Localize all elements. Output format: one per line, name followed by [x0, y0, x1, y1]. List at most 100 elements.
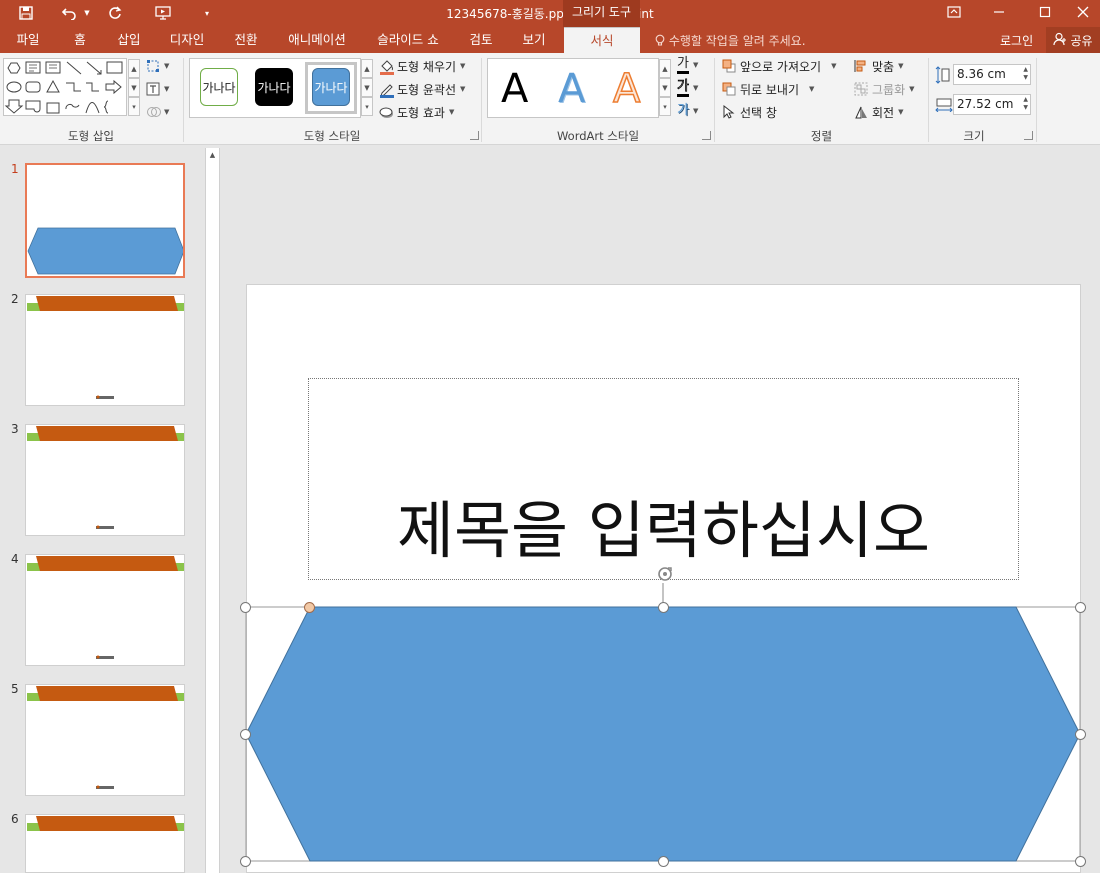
style-swatch-blue[interactable]: 가나다 — [312, 68, 350, 106]
resize-handle[interactable] — [240, 729, 251, 740]
edit-shape-button[interactable]: ▼ — [146, 56, 169, 76]
tab-slideshow[interactable]: 슬라이드 쇼 — [370, 27, 446, 53]
size-group-label: 크기 — [963, 129, 985, 143]
width-spinner-icon[interactable]: ▲ ▼ — [1023, 96, 1028, 112]
resize-handle[interactable] — [658, 856, 669, 867]
tab-home[interactable]: 홈 — [62, 27, 98, 53]
tell-me-box[interactable]: 수행할 작업을 알려 주세요. — [655, 32, 806, 50]
login-link[interactable]: 로그인 — [1000, 32, 1033, 49]
tab-animations[interactable]: 애니메이션 — [280, 27, 354, 53]
wordart-style-black[interactable]: A — [501, 65, 528, 113]
shape-height-input[interactable]: 8.36 cm ▲ ▼ — [953, 64, 1031, 85]
adjust-handle[interactable] — [304, 602, 315, 613]
style-swatch-black[interactable]: 가나다 — [255, 68, 293, 106]
slideshow-from-start-icon[interactable] — [150, 3, 176, 23]
resize-handle[interactable] — [240, 602, 251, 613]
shape-outline-label: 도형 윤곽선 — [397, 82, 457, 97]
tab-transitions[interactable]: 전환 — [224, 27, 268, 53]
chevron-down-icon: ▼ — [164, 85, 170, 93]
resize-handle[interactable] — [1075, 856, 1086, 867]
tab-file[interactable]: 파일 — [6, 27, 50, 53]
resize-handle[interactable] — [240, 856, 251, 867]
bring-forward-label: 앞으로 가져오기 — [740, 59, 822, 74]
minimize-icon[interactable] — [976, 0, 1022, 24]
customize-qat-icon[interactable]: ▾ — [200, 3, 214, 23]
styles-more-icon[interactable]: ▾ — [361, 97, 373, 116]
maximize-icon[interactable] — [1022, 0, 1068, 24]
tab-review[interactable]: 검토 — [460, 27, 502, 53]
text-outline-button[interactable]: 가 ▼ — [677, 78, 698, 98]
shape-width-icon — [935, 98, 953, 113]
shapes-gallery[interactable] — [3, 58, 127, 116]
wordart-style-orange-outline[interactable]: A — [612, 65, 641, 113]
slide-thumbnail-2[interactable] — [25, 294, 185, 406]
styles-scroll-down-icon[interactable]: ▼ — [361, 78, 373, 97]
thumbnail-design — [27, 556, 184, 659]
shape-styles-gallery[interactable]: 가나다 가나다 가나다 — [189, 58, 361, 118]
tab-design[interactable]: 디자인 — [160, 27, 214, 53]
wordart-style-blue[interactable]: A — [558, 65, 585, 113]
shape-styles-launcher-icon[interactable] — [470, 131, 479, 140]
text-box-icon — [146, 82, 160, 96]
slide-thumbnail-6[interactable] — [25, 814, 185, 873]
slide-thumbnail-5[interactable] — [25, 684, 185, 796]
thumbnail-scrollbar[interactable]: ▲ — [205, 148, 220, 873]
align-button[interactable]: 맞춤 ▼ — [854, 56, 903, 76]
slide-thumbnail-3[interactable] — [25, 424, 185, 536]
shape-effects-button[interactable]: 도형 효과 ▼ — [379, 102, 454, 122]
merge-shapes-button[interactable]: ▼ — [146, 102, 169, 122]
selection-pane-icon — [722, 104, 736, 119]
selection-pane-button[interactable]: 선택 창 — [722, 102, 777, 122]
slide-number: 2 — [11, 292, 19, 306]
slide-title-text[interactable]: 제목을 입력하십시오 — [308, 494, 1019, 568]
group-icon — [854, 82, 868, 96]
send-backward-label: 뒤로 보내기 — [740, 82, 800, 97]
tab-insert[interactable]: 삽입 — [108, 27, 150, 53]
ribbon-display-options-icon[interactable] — [931, 0, 977, 24]
wordart-scroll-down-icon[interactable]: ▼ — [659, 78, 671, 97]
shape-fill-button[interactable]: 도형 채우기 ▼ — [379, 56, 465, 76]
size-launcher-icon[interactable] — [1024, 131, 1033, 140]
scroll-up-icon[interactable]: ▲ — [206, 148, 219, 162]
align-icon — [854, 59, 868, 73]
send-backward-button[interactable]: 뒤로 보내기 ▼ — [722, 79, 814, 99]
undo-icon[interactable] — [58, 3, 80, 23]
slide-number: 6 — [11, 812, 19, 826]
resize-handle[interactable] — [1075, 729, 1086, 740]
group-button[interactable]: 그룹화 ▼ — [854, 79, 915, 99]
redo-icon[interactable] — [104, 3, 126, 23]
shapes-scroll-up-icon[interactable]: ▲ — [128, 59, 140, 78]
text-box-button[interactable]: ▼ — [146, 79, 169, 99]
text-fill-button[interactable]: 가 ▼ — [677, 55, 698, 75]
insert-shapes-group-label: 도형 삽입 — [68, 129, 114, 143]
height-spinner-icon[interactable]: ▲ ▼ — [1023, 66, 1028, 82]
shapes-scroll-down-icon[interactable]: ▼ — [128, 78, 140, 97]
close-icon[interactable] — [1066, 0, 1100, 24]
resize-handle[interactable] — [1075, 602, 1086, 613]
styles-scroll-up-icon[interactable]: ▲ — [361, 59, 373, 78]
resize-handle[interactable] — [658, 602, 669, 613]
style-swatch-outline[interactable]: 가나다 — [200, 68, 238, 106]
shapes-more-icon[interactable]: ▾ — [128, 97, 140, 116]
thumbnail-shape — [27, 227, 183, 275]
undo-dropdown-icon[interactable]: ▼ — [82, 3, 92, 23]
text-effects-button[interactable]: 가 ▼ — [677, 101, 698, 121]
shape-width-input[interactable]: 27.52 cm ▲ ▼ — [953, 94, 1031, 115]
wordart-more-icon[interactable]: ▾ — [659, 97, 671, 116]
chevron-down-icon: ▼ — [164, 62, 170, 70]
wordart-scroll-up-icon[interactable]: ▲ — [659, 59, 671, 78]
shape-height-icon — [935, 66, 950, 84]
shape-outline-button[interactable]: 도형 윤곽선 ▼ — [379, 79, 465, 99]
slide-thumbnail-1[interactable] — [25, 163, 185, 278]
slide-thumbnail-4[interactable] — [25, 554, 185, 666]
chevron-down-icon: ▼ — [898, 62, 904, 70]
rotate-handle-icon[interactable] — [654, 563, 676, 585]
save-icon[interactable] — [14, 3, 38, 23]
wordart-launcher-icon[interactable] — [702, 131, 711, 140]
tab-format[interactable]: 서식 — [564, 27, 640, 53]
share-button[interactable]: 공유 — [1046, 27, 1100, 53]
tab-view[interactable]: 보기 — [512, 27, 556, 53]
wordart-gallery[interactable]: A A A — [487, 58, 659, 118]
rotate-button[interactable]: 회전 ▼ — [854, 102, 903, 122]
bring-forward-button[interactable]: 앞으로 가져오기 ▼ — [722, 56, 837, 76]
